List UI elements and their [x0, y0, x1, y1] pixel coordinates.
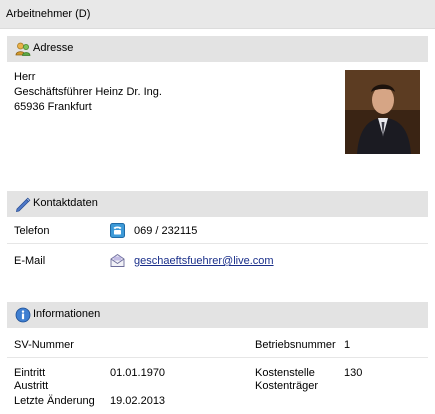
window-title: Arbeitnehmer (D)	[6, 8, 91, 20]
address-section-header: Adresse	[7, 36, 428, 62]
address-block: Herr Geschäftsführer Heinz Dr. Ing. 6593…	[14, 70, 162, 115]
letzte-aenderung-value: 19.02.2013	[110, 395, 166, 407]
betriebsnummer-value: 1	[344, 339, 351, 351]
employee-photo-image	[345, 70, 420, 154]
address-salutation: Herr	[14, 71, 36, 83]
email-icon-wrap[interactable]	[110, 253, 125, 271]
kostenstelle-value: 130	[344, 367, 363, 379]
info-icon	[15, 307, 31, 323]
employee-photo	[345, 70, 420, 154]
address-city: 65936 Frankfurt	[14, 101, 92, 113]
eintritt-value: 01.01.1970	[110, 367, 166, 379]
contact-section-title: Kontaktdaten	[33, 197, 98, 209]
info-divider	[7, 357, 428, 358]
betriebsnummer-label: Betriebsnummer	[255, 339, 336, 351]
email-link[interactable]: geschaeftsfuehrer@live.com	[134, 255, 274, 267]
austritt-label: Austritt	[14, 380, 49, 392]
eintritt-label: Eintritt	[14, 367, 46, 379]
address-section-title: Adresse	[33, 42, 74, 54]
contact-divider	[7, 243, 428, 244]
people-icon	[15, 42, 31, 56]
pencil-icon	[15, 197, 31, 212]
address-name: Geschäftsführer Heinz Dr. Ing.	[14, 86, 162, 98]
phone-icon[interactable]	[110, 223, 125, 238]
kostenstelle-label: Kostenstelle	[255, 367, 315, 379]
sv-number-label: SV-Nummer	[14, 339, 74, 351]
phone-label: Telefon	[14, 225, 50, 237]
letzte-aenderung-label: Letzte Änderung	[14, 395, 95, 407]
info-section-title: Informationen	[33, 308, 101, 320]
phone-icon-wrap[interactable]	[110, 223, 125, 241]
contact-section-header: Kontaktdaten	[7, 191, 428, 217]
email-label: E-Mail	[14, 255, 46, 267]
kostentraeger-label: Kostenträger	[255, 380, 318, 392]
phone-value: 069 / 232115	[134, 225, 198, 237]
window-titlebar: Arbeitnehmer (D)	[0, 0, 435, 29]
envelope-icon[interactable]	[110, 253, 125, 268]
info-section-header: Informationen	[7, 302, 428, 328]
